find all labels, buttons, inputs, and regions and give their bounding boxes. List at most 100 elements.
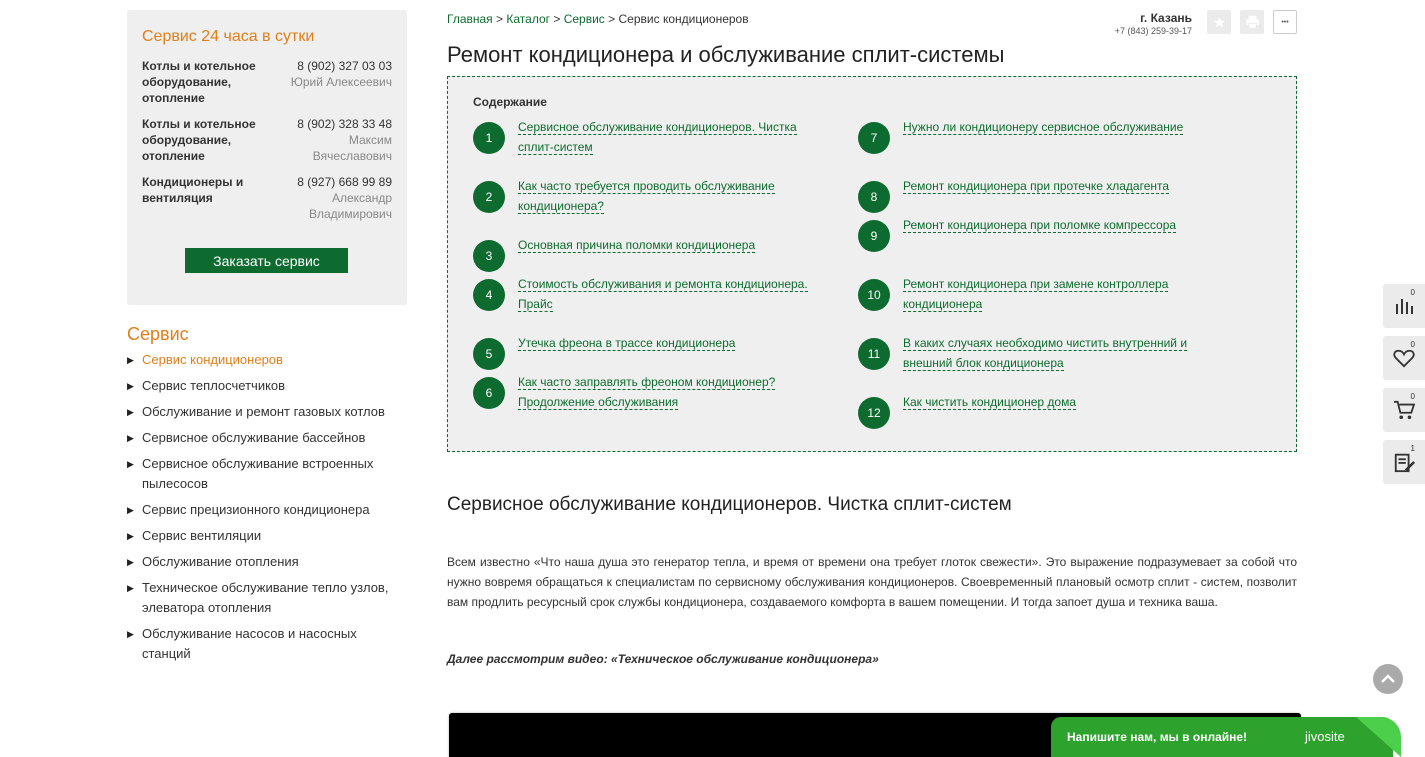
toc-number: 1 bbox=[473, 122, 505, 154]
contact-item: Кондиционеры и вентиляция 8 (927) 668 99… bbox=[142, 174, 392, 222]
sidebar-item[interactable]: ▶ Сервис прецизионного кондиционера bbox=[127, 500, 407, 520]
cart-count: 0 bbox=[1410, 392, 1415, 401]
breadcrumb-separator: > bbox=[553, 12, 561, 26]
toc-title: Содержание bbox=[473, 95, 547, 109]
toc-link[interactable]: Как часто требуется проводить обслуживан… bbox=[518, 179, 775, 214]
toc-item[interactable]: 8 Ремонт кондиционера при протечке хлада… bbox=[858, 179, 1193, 213]
toc-item[interactable]: 4 Стоимость обслуживания и ремонта конди… bbox=[473, 277, 808, 314]
sidebar-heading: Сервис bbox=[127, 324, 189, 344]
toc-number: 3 bbox=[473, 240, 505, 272]
scroll-to-top-button[interactable] bbox=[1373, 664, 1403, 694]
toc-item[interactable]: 5 Утечка фреона в трассе кондиционера bbox=[473, 336, 808, 370]
sidebar-item[interactable]: ▶ Обслуживание насосов и насосных станций bbox=[127, 624, 407, 664]
sidebar-item[interactable]: ▶ Сервис кондиционеров bbox=[127, 350, 407, 370]
triangle-right-icon: ▶ bbox=[127, 459, 134, 469]
sidebar-item[interactable]: ▶ Обслуживание и ремонт газовых котлов bbox=[127, 402, 407, 422]
triangle-right-icon: ▶ bbox=[127, 407, 134, 417]
compare-button[interactable]: 0 bbox=[1383, 284, 1425, 328]
toc-item[interactable]: 9 Ремонт кондиционера при поломке компре… bbox=[858, 218, 1193, 252]
chevron-up-icon bbox=[1381, 674, 1395, 683]
triangle-right-icon: ▶ bbox=[127, 583, 134, 593]
toc-link[interactable]: Стоимость обслуживания и ремонта кондици… bbox=[518, 277, 808, 312]
toc-link[interactable]: Как часто заправлять фреоном кондиционер… bbox=[518, 375, 776, 410]
favorites-button[interactable]: 0 bbox=[1383, 336, 1425, 380]
toc-item[interactable]: 6 Как часто заправлять фреоном кондицион… bbox=[473, 375, 808, 412]
sidebar-item-label: Техническое обслуживание тепло узлов, эл… bbox=[142, 580, 389, 615]
toc-link[interactable]: Ремонт кондиционера при поломке компресс… bbox=[903, 218, 1177, 233]
toc-number: 8 bbox=[858, 181, 890, 213]
toc-link[interactable]: Нужно ли кондиционеру сервисное обслужив… bbox=[903, 120, 1184, 135]
toc-link[interactable]: Ремонт кондиционера при протечке хладаге… bbox=[903, 179, 1170, 194]
cart-button[interactable]: 0 bbox=[1383, 388, 1425, 432]
toc-item[interactable]: 10 Ремонт кондиционера при замене контро… bbox=[858, 277, 1193, 314]
sidebar-item[interactable]: ▶ Техническое обслуживание тепло узлов, э… bbox=[127, 578, 407, 618]
toc-link[interactable]: Основная причина поломки кондиционера bbox=[518, 238, 756, 253]
triangle-right-icon: ▶ bbox=[127, 531, 134, 541]
toc-item[interactable]: 1 Сервисное обслуживание кондиционеров. … bbox=[473, 120, 808, 157]
triangle-right-icon: ▶ bbox=[127, 381, 134, 391]
toc-item[interactable]: 3 Основная причина поломки кондиционера bbox=[473, 238, 808, 272]
breadcrumb-current: Сервис кондиционеров bbox=[618, 12, 749, 26]
sidebar-item-label: Сервисное обслуживание бассейнов bbox=[142, 430, 366, 445]
sidebar-item-label: Сервис кондиционеров bbox=[142, 352, 283, 367]
toc-item[interactable]: 7 Нужно ли кондиционеру сервисное обслуж… bbox=[858, 120, 1193, 154]
order-service-button[interactable]: Заказать сервис bbox=[185, 248, 348, 273]
contact-phone[interactable]: 8 (927) 668 99 89 bbox=[282, 174, 392, 190]
toc-link[interactable]: Сервисное обслуживание кондиционеров. Чи… bbox=[518, 120, 797, 155]
toc-number: 11 bbox=[858, 338, 890, 370]
city-name[interactable]: г. Казань bbox=[1090, 11, 1192, 25]
toc-link[interactable]: В каких случаях необходимо чистить внутр… bbox=[903, 336, 1188, 371]
article-paragraph: Всем известно «Что наша душа это генерат… bbox=[447, 555, 1297, 609]
triangle-right-icon: ▶ bbox=[127, 355, 134, 365]
toc-number: 7 bbox=[858, 122, 890, 154]
contact-dept: Котлы и котельное оборудование, отоплени… bbox=[142, 117, 256, 163]
toc-link[interactable]: Как чистить кондиционер дома bbox=[903, 395, 1077, 410]
breadcrumb-catalog[interactable]: Каталог bbox=[506, 12, 550, 26]
contact-phone[interactable]: 8 (902) 328 33 48 bbox=[282, 116, 392, 132]
orders-count: 1 bbox=[1410, 444, 1415, 453]
breadcrumb-service[interactable]: Сервис bbox=[564, 12, 605, 26]
toc-item[interactable]: 11 В каких случаях необходимо чистить вн… bbox=[858, 336, 1193, 373]
sidebar-item[interactable]: ▶ Сервис вентиляции bbox=[127, 526, 407, 546]
toc-number: 9 bbox=[858, 220, 890, 252]
toc-item[interactable]: 12 Как чистить кондиционер дома bbox=[858, 395, 1193, 429]
sidebar-item-label: Сервис прецизионного кондиционера bbox=[142, 502, 370, 517]
header-phone[interactable]: +7 (843) 259-39-17 bbox=[1090, 26, 1192, 36]
triangle-right-icon: ▶ bbox=[127, 629, 134, 639]
triangle-right-icon: ▶ bbox=[127, 557, 134, 567]
sidebar-item[interactable]: ▶ Сервисное обслуживание встроенных пылес… bbox=[127, 454, 407, 494]
clipboard-edit-icon bbox=[1394, 453, 1415, 473]
more-button[interactable]: ••• bbox=[1273, 10, 1297, 34]
sidebar-item[interactable]: ▶ Сервис теплосчетчиков bbox=[127, 376, 407, 396]
breadcrumb-separator: > bbox=[608, 12, 616, 26]
print-button[interactable] bbox=[1240, 10, 1264, 34]
sidebar-item[interactable]: ▶ Обслуживание отопления bbox=[127, 552, 407, 572]
toc-number: 12 bbox=[858, 397, 890, 429]
more-dots-icon: ••• bbox=[1281, 18, 1289, 26]
toc-number: 10 bbox=[858, 279, 890, 311]
chat-widget[interactable]: Напишите нам, мы в онлайне! jivosite bbox=[1051, 717, 1401, 757]
printer-icon bbox=[1245, 15, 1259, 29]
sidebar-nav: ▶ Сервис кондиционеров ▶ Сервис теплосчетч… bbox=[127, 350, 407, 670]
toc-number: 4 bbox=[473, 279, 505, 311]
favorite-button[interactable] bbox=[1207, 10, 1231, 34]
triangle-right-icon: ▶ bbox=[127, 505, 134, 515]
bar-chart-icon bbox=[1396, 299, 1413, 314]
orders-button[interactable]: 1 bbox=[1383, 440, 1425, 484]
sidebar-item-label: Обслуживание насосов и насосных станций bbox=[142, 626, 357, 661]
service-box-title: Сервис 24 часа в сутки bbox=[142, 28, 315, 45]
table-of-contents: Содержание 1 Сервисное обслуживание конд… bbox=[447, 76, 1297, 452]
contact-item: Котлы и котельное оборудование, отоплени… bbox=[142, 116, 392, 164]
breadcrumb-separator: > bbox=[496, 12, 504, 26]
breadcrumb-home[interactable]: Главная bbox=[447, 12, 493, 26]
star-icon bbox=[1213, 16, 1225, 27]
sidebar-item[interactable]: ▶ Сервисное обслуживание бассейнов bbox=[127, 428, 407, 448]
toc-link[interactable]: Утечка фреона в трассе кондиционера bbox=[518, 336, 736, 351]
favorites-count: 0 bbox=[1410, 340, 1415, 349]
toc-item[interactable]: 2 Как часто требуется проводить обслужив… bbox=[473, 179, 808, 216]
chat-label: Напишите нам, мы в онлайне! bbox=[1067, 730, 1248, 744]
section-title: Сервисное обслуживание кондиционеров. Чи… bbox=[447, 494, 1012, 515]
cart-icon bbox=[1394, 400, 1415, 420]
toc-link[interactable]: Ремонт кондиционера при замене контролле… bbox=[903, 277, 1169, 312]
contact-phone[interactable]: 8 (902) 327 03 03 bbox=[282, 58, 392, 74]
